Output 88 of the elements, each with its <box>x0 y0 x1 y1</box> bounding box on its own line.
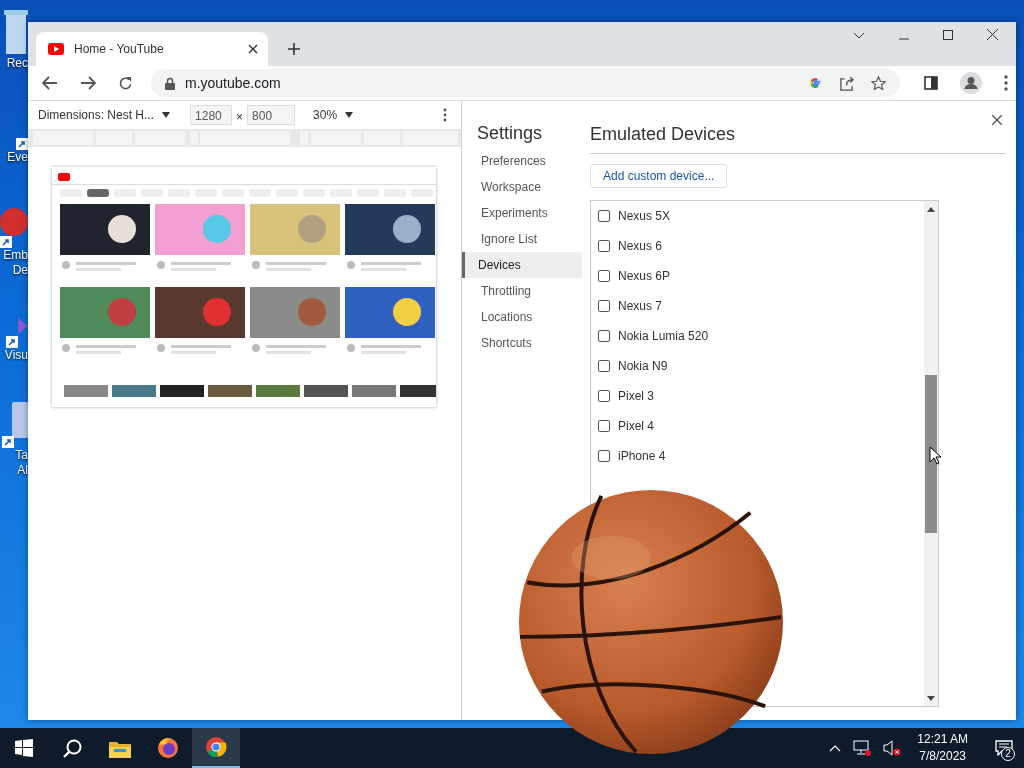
avatar-icon[interactable] <box>960 72 982 94</box>
network-icon[interactable] <box>853 740 872 756</box>
share-icon[interactable] <box>839 75 854 91</box>
checkbox[interactable] <box>598 270 610 282</box>
checkbox[interactable] <box>598 390 610 402</box>
height-field[interactable]: 800 <box>247 105 296 125</box>
more-options-icon[interactable] <box>443 108 447 122</box>
address-bar[interactable]: m.youtube.com <box>151 69 900 97</box>
settings-nav-item[interactable]: Throttling <box>462 278 582 304</box>
close-icon[interactable] <box>248 44 258 54</box>
settings-nav-item[interactable]: Ignore List <box>462 226 582 252</box>
maximize-icon[interactable] <box>943 30 953 40</box>
g-logo-icon[interactable] <box>808 76 822 90</box>
section-heading: Emulated Devices <box>590 124 736 144</box>
shortcut-icon[interactable] <box>6 318 28 348</box>
desktop-icon-label[interactable]: Emb <box>3 248 28 263</box>
fox-globe-icon <box>157 737 179 759</box>
device-label: iPhone 4 <box>618 449 666 463</box>
settings-nav-item[interactable]: Preferences <box>462 148 582 174</box>
desktop-icon-label[interactable]: Ta <box>15 448 28 463</box>
settings-nav-item[interactable]: Locations <box>462 304 582 330</box>
settings-nav-item[interactable]: Devices <box>462 252 582 278</box>
shortcut-icon[interactable] <box>16 138 28 150</box>
scroll-up-icon[interactable] <box>927 207 935 212</box>
menu-icon[interactable] <box>1004 75 1008 91</box>
device-label: Pixel 4 <box>618 419 655 433</box>
checkbox[interactable] <box>598 360 610 372</box>
zoom-dropdown[interactable]: 30% <box>313 108 354 122</box>
windows-logo-icon <box>15 739 33 757</box>
device-label: Nexus 5X <box>618 209 671 223</box>
forward-arrow-icon[interactable] <box>80 76 96 90</box>
desktop-icon-label[interactable]: Al <box>17 463 28 478</box>
tab-title: Home - YouTube <box>74 42 165 56</box>
close-icon[interactable] <box>992 115 1002 125</box>
device-label: Nexus 7 <box>618 299 663 313</box>
desktop-icon-label[interactable]: De <box>12 263 28 278</box>
desktop-icon-label[interactable]: Visu <box>4 348 28 363</box>
caret-icon <box>162 112 171 118</box>
settings-nav-item[interactable]: Experiments <box>462 200 582 226</box>
chrome-logo-icon <box>205 736 227 758</box>
message-icon <box>995 740 1013 756</box>
chevron-down-icon[interactable] <box>853 32 865 40</box>
checkbox[interactable] <box>598 300 610 312</box>
scrollbar[interactable] <box>924 201 938 706</box>
device-label: Pixel 3 <box>618 389 655 403</box>
shortcut-icon[interactable] <box>0 206 28 248</box>
url-text: m.youtube.com <box>185 75 281 91</box>
caret-icon <box>345 112 354 118</box>
width-field[interactable]: 1280 <box>190 105 233 125</box>
settings-title: Settings <box>476 123 544 145</box>
dropdown-label: 30% <box>313 108 338 122</box>
side-panel-icon[interactable] <box>924 76 938 90</box>
clock[interactable]: 12:21 AM 7/8/2023 <box>917 731 968 765</box>
taskbar-button[interactable] <box>192 728 240 768</box>
scroll-down-icon[interactable] <box>927 696 935 701</box>
notification-count: 2 <box>1001 747 1015 761</box>
clock-date: 7/8/2023 <box>919 748 966 765</box>
plus-icon[interactable] <box>288 43 300 55</box>
mouse-cursor-icon <box>929 446 941 465</box>
add-device-button[interactable]: Add custom device... <box>590 164 728 188</box>
settings-nav-item[interactable]: Shortcuts <box>462 330 582 356</box>
checkbox[interactable] <box>598 210 610 222</box>
lock-icon <box>165 76 175 90</box>
settings-nav-item[interactable]: Workspace <box>462 174 582 200</box>
shortcut-icon[interactable] <box>2 402 28 448</box>
chevron-up-icon[interactable] <box>829 744 842 752</box>
clock-time: 12:21 AM <box>917 731 968 748</box>
device-label: Nokia Lumia 520 <box>618 329 709 343</box>
back-arrow-icon[interactable] <box>42 76 58 90</box>
close-icon[interactable] <box>987 29 998 40</box>
desktop-icon-label[interactable]: Rec <box>6 56 28 71</box>
scrollbar-thumb[interactable] <box>925 375 937 533</box>
play-logo-icon <box>48 43 64 55</box>
browser-tab[interactable]: Home - YouTube <box>36 32 268 66</box>
notification-button[interactable]: 2 <box>984 728 1024 768</box>
reload-icon[interactable] <box>118 75 133 91</box>
star-icon[interactable] <box>871 75 886 91</box>
desktop-icon-label[interactable]: Eve <box>7 150 28 165</box>
device-label: Nexus 6P <box>618 269 671 283</box>
muted-speaker-icon[interactable] <box>883 740 902 756</box>
device-label: Nokia N9 <box>618 359 668 373</box>
search-icon <box>62 738 82 758</box>
checkbox[interactable] <box>598 420 610 432</box>
device-label: Nexus 6 <box>618 239 663 253</box>
checkbox[interactable] <box>598 330 610 342</box>
times-sign: × <box>236 110 244 124</box>
checkbox[interactable] <box>598 240 610 252</box>
checkbox[interactable] <box>598 450 610 462</box>
